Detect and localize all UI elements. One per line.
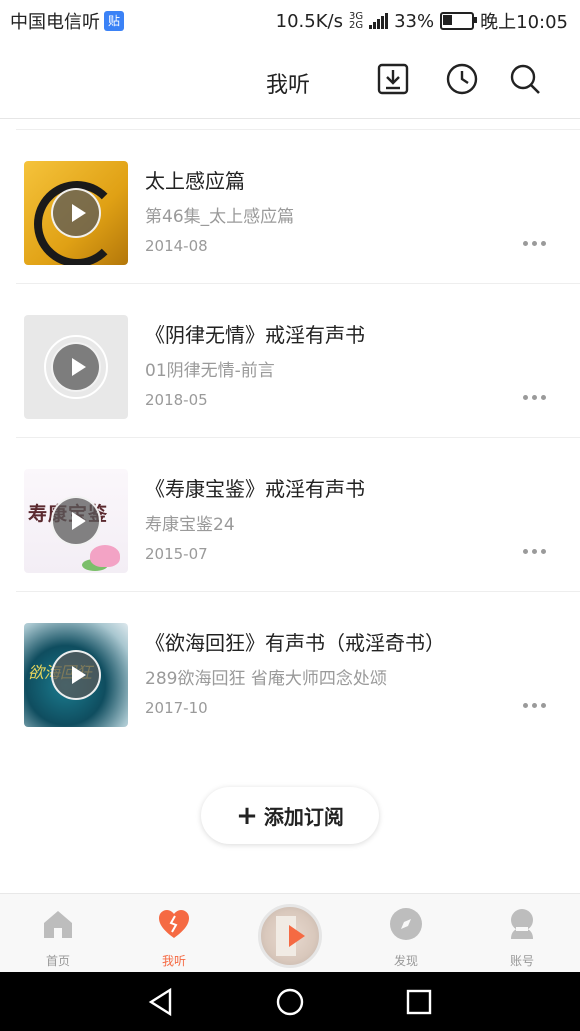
more-options-icon[interactable] <box>523 703 546 708</box>
play-icon[interactable] <box>51 342 101 392</box>
app-badge-icon: 贴 <box>104 11 124 31</box>
item-subtitle: 289欲海回狂 省庵大师四念处颂 <box>145 669 387 689</box>
item-date: 2014-08 <box>145 237 208 255</box>
status-bar: 中国电信听 贴 10.5K/s 3G 2G 33% 晚上10:05 <box>0 0 580 38</box>
album-cover[interactable] <box>24 161 128 265</box>
list-item[interactable]: 太上感应篇 第46集_太上感应篇 2014-08 <box>16 130 580 284</box>
album-cover[interactable]: 欲海回狂 <box>24 623 128 727</box>
plus-icon: + <box>236 800 258 831</box>
home-icon <box>44 911 72 938</box>
search-icon[interactable] <box>508 62 542 96</box>
subscription-list: 太上感应篇 第46集_太上感应篇 2014-08 《阴律无情》戒淫有声书 01阴… <box>0 130 580 745</box>
album-cover[interactable]: 寿康宝鉴 <box>24 469 128 573</box>
battery-fill <box>443 15 453 25</box>
heart-icon <box>159 910 189 938</box>
list-item[interactable]: 《阴律无情》戒淫有声书 01阴律无情-前言 2018-05 <box>16 284 580 438</box>
play-icon[interactable] <box>51 496 101 546</box>
recents-square-icon[interactable] <box>404 987 434 1017</box>
history-clock-icon[interactable] <box>445 62 479 96</box>
nav-label: 首页 <box>45 954 70 968</box>
account-icon <box>511 909 533 939</box>
battery-icon <box>440 12 478 30</box>
nav-label: 发现 <box>393 954 418 968</box>
add-subscription-button[interactable]: + 添加订阅 <box>201 787 379 844</box>
home-circle-icon[interactable] <box>275 987 305 1017</box>
nav-item-discover[interactable]: 发现 <box>348 894 464 973</box>
battery-percent: 33% <box>394 10 435 32</box>
back-icon[interactable] <box>146 987 176 1017</box>
now-playing-button[interactable] <box>258 904 322 968</box>
status-right: 10.5K/s 3G 2G 33% 晚上10:05 <box>276 8 568 34</box>
more-options-icon[interactable] <box>523 395 546 400</box>
play-icon[interactable] <box>51 650 101 700</box>
signal-icon <box>369 13 389 29</box>
item-title: 《欲海回狂》有声书（戒淫奇书） <box>145 631 445 655</box>
item-title: 《寿康宝鉴》戒淫有声书 <box>145 477 365 501</box>
clock: 晚上10:05 <box>480 12 568 33</box>
list-item[interactable]: 寿康宝鉴 《寿康宝鉴》戒淫有声书 寿康宝鉴24 2015-07 <box>16 438 580 592</box>
nav-item-account[interactable]: 账号 <box>464 894 580 973</box>
status-left: 中国电信听 贴 <box>10 8 124 34</box>
item-date: 2018-05 <box>145 391 208 409</box>
network-type-bottom: 2G <box>348 20 364 31</box>
item-title: 《阴律无情》戒淫有声书 <box>145 323 365 347</box>
app-header: 我听 <box>0 38 580 118</box>
carrier-label: 中国电信听 <box>10 12 100 33</box>
nav-label: 我听 <box>161 954 186 968</box>
list-item[interactable]: 欲海回狂 《欲海回狂》有声书（戒淫奇书） 289欲海回狂 省庵大师四念处颂 20… <box>16 592 580 745</box>
network-type: 3G 2G <box>348 12 364 31</box>
compass-icon <box>390 908 422 940</box>
item-title: 太上感应篇 <box>145 169 245 193</box>
item-date: 2015-07 <box>145 545 208 563</box>
item-subtitle: 01阴律无情-前言 <box>145 361 275 381</box>
header-divider <box>0 118 580 119</box>
download-icon[interactable] <box>376 62 410 96</box>
add-subscription-label: 添加订阅 <box>263 805 344 829</box>
more-options-icon[interactable] <box>523 549 546 554</box>
item-subtitle: 寿康宝鉴24 <box>145 515 235 535</box>
item-subtitle: 第46集_太上感应篇 <box>145 207 295 227</box>
cover-lotus <box>90 545 120 567</box>
network-speed: 10.5K/s <box>275 10 343 32</box>
play-icon[interactable] <box>51 188 101 238</box>
item-date: 2017-10 <box>145 699 208 717</box>
nav-label: 账号 <box>509 954 534 968</box>
nav-item-home[interactable]: 首页 <box>0 894 116 973</box>
system-nav-bar <box>0 972 580 1031</box>
nav-item-my-listen[interactable]: 我听 <box>116 894 232 973</box>
play-icon <box>289 925 305 947</box>
album-cover[interactable] <box>24 315 128 419</box>
page-title: 我听 <box>266 73 311 98</box>
more-options-icon[interactable] <box>523 241 546 246</box>
